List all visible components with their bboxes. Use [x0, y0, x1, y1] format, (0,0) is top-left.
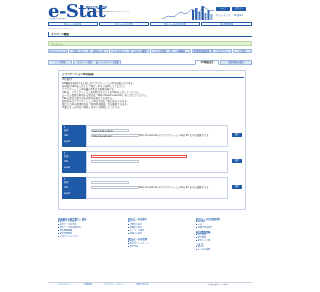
login-button[interactable]: ログイン — [232, 7, 246, 11]
subtab-email[interactable]: メールアドレス変更 — [97, 60, 121, 65]
name-label: 名称 — [64, 129, 69, 132]
row-note: http://localhost/ のアプリケーションIDは 40 文字の英数字… — [139, 134, 209, 137]
footer-col-2: 統計データを探す すべて 分野から探す 組織から探す キーワード検索 地図上に表… — [128, 218, 188, 249]
app-id-row: 3 名称 URL appId http://localhost/ のアプリケーシ… — [62, 177, 244, 199]
app-id-row: 2 名称 URL appId 発行 — [62, 151, 244, 173]
header: e-Stat 政府統計の総合窓口 統計で見る日本 日本の統計が閲覧できる政府統計… — [44, 3, 256, 21]
url-input[interactable] — [91, 160, 139, 164]
footer-link[interactable]: よくある質問 — [196, 249, 252, 252]
top-navigation: 統計データを探す 統計データの活用 統計データの高度利用 統計関連情報 — [48, 22, 252, 27]
row-number-cell: 1 名称 URL appId — [62, 125, 86, 147]
url-label: URL — [64, 186, 69, 189]
nav-use-data[interactable]: 統計データの活用 — [99, 22, 149, 26]
nav-related-info[interactable]: 統計関連情報 — [201, 22, 252, 26]
tab-other[interactable]: その他 — [232, 49, 252, 53]
logo-subtitle: 政府統計の総合窓口 — [50, 18, 67, 20]
terms-link[interactable]: 利用規約 — [84, 284, 92, 287]
tagline: 統計で見る日本 — [86, 6, 108, 9]
footer-link[interactable]: このサイトについて — [58, 235, 118, 239]
mypage-label: マイページ — [51, 42, 63, 46]
subtab-confirm[interactable]: 登録情報の確認 — [220, 60, 252, 65]
appid-label: appId — [64, 140, 71, 143]
appid-label: appId — [64, 166, 71, 169]
tab-profile-change[interactable]: 利用者情報変更 — [191, 49, 212, 53]
tab-logout[interactable]: ログアウト — [212, 49, 232, 53]
note-line: 不要になったIDは「削除」ボタンで削除してください。 — [62, 106, 122, 109]
contact-link[interactable]: お問い合わせ — [136, 284, 148, 287]
row-content: test-1234-cafeds http://localhost/ http:… — [86, 125, 228, 147]
section-subtitle: IDの取得 — [62, 78, 72, 81]
app-id-section: アプリケーションIDの取得 IDの取得 API機能を利用するためにはアプリケーシ… — [58, 70, 246, 210]
nav-find-data[interactable]: 統計データを探す — [48, 22, 98, 26]
tab-dataset[interactable]: データセット — [109, 49, 130, 53]
breadcrumb[interactable]: トップページ ＞ マイページ — [48, 28, 148, 31]
name-input[interactable] — [91, 155, 187, 159]
help-button[interactable]: ヘルプ — [216, 7, 230, 11]
issue-button[interactable]: 発行 — [232, 133, 242, 137]
nav-advanced-use[interactable]: 統計データの高度利用 — [150, 22, 200, 26]
footer-link[interactable]: 地図で見る統計 — [196, 226, 252, 230]
issue-button[interactable]: 発行 — [232, 159, 242, 163]
url-input[interactable] — [91, 186, 139, 190]
url-input[interactable]: http://localhost/ — [91, 134, 139, 138]
footer-col-1: 政府統計の総合窓口・統計 統計データを探す 統計データの活用 統計データの高度利… — [58, 218, 118, 238]
row-note: http://localhost/ のアプリケーションIDは 40 文字の英数字… — [139, 186, 209, 189]
copyright: Copyright © e-Stat — [208, 284, 228, 286]
sitemap-link[interactable]: サイトマップ — [216, 14, 230, 17]
footer-link[interactable]: 統計リンク集 — [196, 239, 252, 243]
row-number-cell: 2 名称 URL appId — [62, 151, 86, 173]
row-content: http://localhost/ のアプリケーションIDは 40 文字の英数字… — [86, 177, 228, 199]
mypage-banner: マイページ — [48, 41, 252, 46]
page-title: マイページ機能 — [51, 33, 70, 36]
footer-sitemap: 政府統計の総合窓口・統計 統計データを探す 統計データの活用 統計データの高度利… — [48, 218, 252, 270]
tab-user-info[interactable]: ユーザ情報 — [150, 49, 171, 53]
footer-link[interactable]: 統計学習 — [128, 246, 188, 249]
row-content — [86, 151, 228, 173]
tab-login-history[interactable]: ログイン履歴 — [130, 49, 150, 53]
mypage-subtabs: ユーザ情報 パスワード変更 メールアドレス変更 API機能設定 登録情報の確認 — [48, 60, 252, 65]
url-label: URL — [64, 160, 69, 163]
footer-bottom-bar: サイトポリシー 利用規約 プライバシーポリシー お問い合わせ Copyright… — [48, 282, 252, 287]
subtab-password[interactable]: パスワード変更 — [72, 60, 97, 65]
privacy-link[interactable]: プライバシーポリシー — [104, 284, 125, 287]
page-title-bar: マイページ機能 — [48, 32, 252, 37]
name-label: 名称 — [64, 181, 69, 184]
mypage-tabs: マイページトップ お気に入り 保存データ データセット ログイン履歴 ユーザ情報… — [48, 49, 252, 58]
subtab-api-settings[interactable]: API機能設定 — [195, 60, 219, 65]
english-link[interactable]: English — [234, 14, 248, 17]
footer-col-3: 統計データの高度利用 API機能 LOD 地図で見る統計 統計関連情報 統計調査… — [196, 218, 252, 252]
tab-saved-data[interactable]: 保存データ — [89, 49, 109, 53]
tab-mypage-top[interactable]: マイページトップ — [48, 49, 68, 53]
header-description: 日本の統計が閲覧できる政府統計ポータルサイトです — [86, 11, 130, 13]
footer-link[interactable]: 地図上に表示 — [128, 232, 188, 236]
url-label: URL — [64, 134, 69, 137]
row-number-cell: 3 名称 URL appId — [62, 177, 86, 199]
name-input[interactable]: test-1234-cafeds — [91, 129, 129, 133]
appid-label: appId — [64, 192, 71, 195]
name-input[interactable] — [91, 181, 129, 185]
app-id-row: 1 名称 URL appId test-1234-cafeds http://l… — [62, 125, 244, 147]
tab-api[interactable]: API機能 — [171, 49, 191, 53]
tab-favorites[interactable]: お気に入り — [68, 49, 89, 53]
name-label: 名称 — [64, 155, 69, 158]
subtab-user-info[interactable]: ユーザ情報 — [48, 60, 72, 65]
skyline-illustration — [162, 6, 214, 20]
issue-button[interactable]: 発行 — [232, 185, 242, 189]
notes-list: API機能を利用するためにはアプリケーションIDが必要になります。 名称及びUR… — [62, 82, 244, 109]
policy-link[interactable]: サイトポリシー — [58, 284, 73, 287]
